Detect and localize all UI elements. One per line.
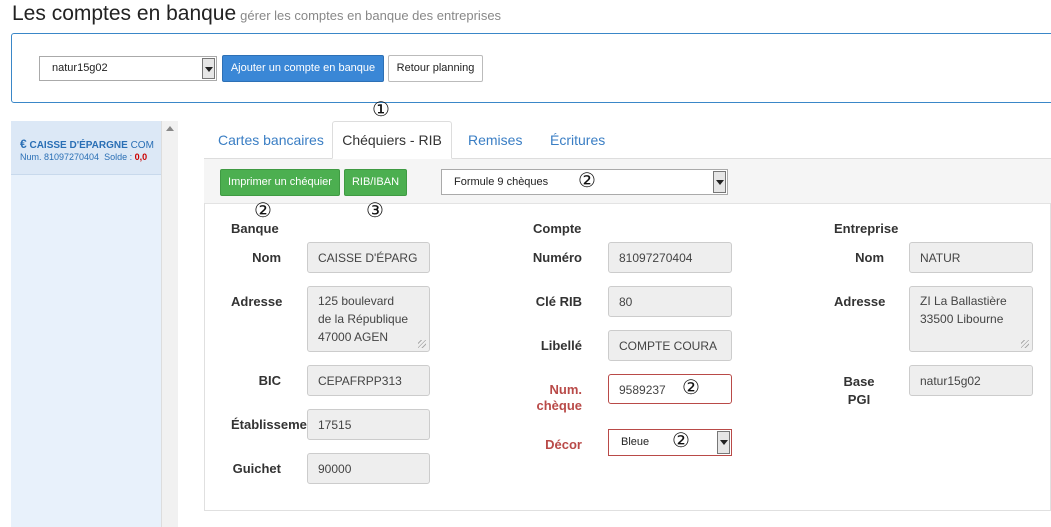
entreprise-adresse-field[interactable]: ZI La Ballastière 33500 Libourne	[909, 286, 1033, 352]
compte-heading: Compte	[533, 221, 582, 236]
decor-select-value: Bleue	[621, 436, 650, 448]
annotation-marker-2: ②	[672, 430, 690, 452]
account-list: € CAISSE D'ÉPARGNE COM Num. 81097270404 …	[11, 121, 161, 527]
banque-guichet-field[interactable]: 90000	[307, 453, 430, 484]
compte-num-cheque-field[interactable]: 9589237	[608, 374, 732, 404]
chevron-down-icon	[717, 431, 730, 454]
company-select-value: natur15g02	[52, 62, 108, 74]
annotation-marker-1: ①	[372, 99, 390, 121]
banque-adresse-label: Adresse	[231, 294, 283, 309]
euro-icon: €	[20, 137, 27, 151]
balance-value: 0,0	[134, 152, 148, 162]
account-name-cut: COM	[130, 140, 154, 151]
annotation-marker-2: ②	[578, 170, 596, 192]
tab-ecritures[interactable]: Écritures	[550, 132, 605, 148]
compte-numero-label: Numéro	[532, 250, 582, 265]
compte-libelle-label: Libellé	[540, 338, 582, 353]
chevron-down-icon	[713, 171, 726, 193]
formula-select-value: Formule 9 chèques	[454, 176, 549, 188]
banque-heading: Banque	[231, 221, 279, 236]
resize-handle-icon[interactable]	[1021, 340, 1029, 348]
page-title: Les comptes en banque gérer les comptes e…	[12, 2, 502, 25]
chevron-down-icon	[202, 58, 215, 79]
banque-nom-field[interactable]: CAISSE D'ÉPARG	[307, 242, 430, 273]
company-select[interactable]: natur15g02	[39, 56, 217, 81]
compte-cle-rib-label: Clé RIB	[535, 294, 582, 309]
scroll-up-icon	[166, 126, 174, 131]
rib-iban-button[interactable]: RIB/IBAN	[344, 169, 407, 196]
page-subtitle: gérer les comptes en banque des entrepri…	[240, 8, 502, 23]
annotation-marker-2: ②	[682, 377, 700, 399]
compte-libelle-field[interactable]: COMPTE COURA	[608, 330, 732, 361]
banque-bic-field[interactable]: CEPAFRPP313	[307, 365, 430, 396]
entreprise-adresse-value: ZI La Ballastière 33500 Libourne	[920, 294, 1007, 326]
account-list-item[interactable]: € CAISSE D'ÉPARGNE COM Num. 81097270404 …	[11, 121, 161, 175]
compte-cle-rib-field[interactable]: 80	[608, 286, 732, 317]
tab-remises[interactable]: Remises	[468, 132, 522, 148]
compte-numero-field[interactable]: 81097270404	[608, 242, 732, 273]
account-number: Num. 81097270404	[20, 152, 100, 162]
account-name: CAISSE D'ÉPARGNE	[29, 140, 128, 151]
entreprise-base-pgi-label: Base PGI	[843, 374, 875, 407]
tab-chequiers-rib[interactable]: Chéquiers - RIB	[332, 121, 452, 159]
compte-decor-label: Décor	[545, 437, 582, 452]
back-planning-button[interactable]: Retour planning	[388, 55, 483, 82]
resize-handle-icon[interactable]	[418, 340, 426, 348]
banque-bic-label: BIC	[258, 373, 281, 388]
sidebar-scrollbar[interactable]	[161, 121, 178, 527]
entreprise-nom-field[interactable]: NATUR	[909, 242, 1033, 273]
print-chequebook-button[interactable]: Imprimer un chéquier	[220, 169, 340, 196]
balance-label: Solde :	[104, 152, 133, 162]
add-account-button[interactable]: Ajouter un compte en banque	[222, 55, 384, 82]
entreprise-heading: Entreprise	[834, 221, 899, 236]
banque-adresse-field[interactable]: 125 boulevard de la République 47000 AGE…	[307, 286, 430, 352]
compte-num-cheque-label: Num. chèque	[536, 382, 582, 413]
banque-etablissement-label: Établisseme	[231, 417, 307, 432]
compte-decor-select[interactable]: Bleue	[608, 429, 732, 456]
banque-adresse-value: 125 boulevard de la République 47000 AGE…	[318, 294, 409, 344]
entreprise-nom-label: Nom	[855, 250, 884, 265]
banque-etablissement-field[interactable]: 17515	[307, 409, 430, 440]
entreprise-base-pgi-field[interactable]: natur15g02	[909, 365, 1033, 396]
banque-guichet-label: Guichet	[232, 461, 281, 476]
banque-nom-label: Nom	[252, 250, 281, 265]
tab-cartes-bancaires[interactable]: Cartes bancaires	[218, 132, 324, 148]
entreprise-adresse-label: Adresse	[834, 294, 886, 309]
